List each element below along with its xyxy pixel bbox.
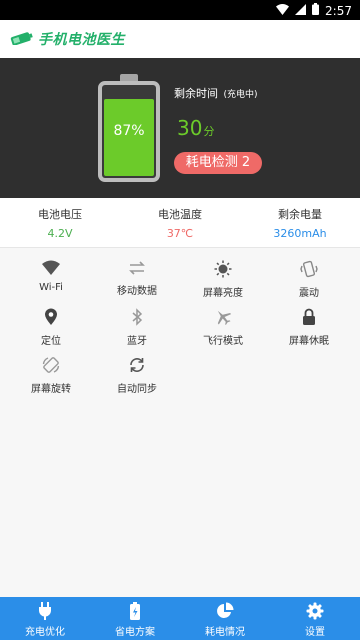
nav-power-saving-label: 省电方案 xyxy=(115,627,155,638)
status-bar: 2:57 xyxy=(0,0,360,20)
battery-panel: 87% 剩余时间 (充电中) 30分 耗电检测 2 xyxy=(0,58,360,198)
stat-capacity-value: 3260mAh xyxy=(273,227,327,240)
toggle-screen-sleep[interactable]: 屏幕休眠 xyxy=(264,308,354,356)
remaining-label-text: 剩余时间 xyxy=(174,87,218,100)
battery-body: 87% xyxy=(98,81,160,182)
nav-power-usage[interactable]: 耗电情况 xyxy=(180,597,270,640)
status-icons: 2:57 xyxy=(276,3,352,18)
nav-charge-optimize-label: 充电优化 xyxy=(25,627,65,638)
stat-voltage-value: 4.2V xyxy=(47,227,73,240)
wifi-signal-icon xyxy=(276,3,290,18)
toggle-bluetooth-label: 蓝牙 xyxy=(127,336,147,347)
toggle-mobile-data-label: 移动数据 xyxy=(117,286,157,297)
stat-temperature: 电池温度 37℃ xyxy=(120,206,240,240)
rotate-icon xyxy=(6,356,96,374)
stat-temperature-value: 37℃ xyxy=(166,227,194,240)
bottom-nav: 充电优化 省电方案 耗电情况 设置 xyxy=(0,597,360,640)
logo-battery-icon xyxy=(10,30,34,49)
toggle-vibrate-label: 震动 xyxy=(299,288,319,299)
pie-chart-icon xyxy=(180,602,270,620)
toggle-airplane[interactable]: 飞行模式 xyxy=(178,308,268,356)
battery-status-icon xyxy=(312,3,320,18)
status-time: 2:57 xyxy=(325,3,352,18)
wifi-icon xyxy=(6,260,96,276)
remaining-time-label: 剩余时间 (充电中) xyxy=(174,85,258,101)
stat-capacity-label: 剩余电量 xyxy=(278,208,322,221)
nav-power-usage-label: 耗电情况 xyxy=(205,627,245,638)
mobile-data-icon xyxy=(92,260,182,276)
battery-graphic: 87% xyxy=(98,74,160,182)
toggle-bluetooth[interactable]: 蓝牙 xyxy=(92,308,182,356)
toggle-brightness[interactable]: 屏幕亮度 xyxy=(178,260,268,308)
bluetooth-icon xyxy=(92,308,182,326)
toggle-screen-sleep-label: 屏幕休眠 xyxy=(289,336,329,347)
gear-icon xyxy=(270,602,360,620)
toggle-rotation[interactable]: 屏幕旋转 xyxy=(6,356,96,404)
stat-voltage: 电池电压 4.2V xyxy=(0,206,120,240)
sync-icon xyxy=(92,356,182,374)
toggle-auto-sync[interactable]: 自动同步 xyxy=(92,356,182,404)
battery-icon xyxy=(90,602,180,620)
stat-voltage-label: 电池电压 xyxy=(38,208,82,221)
vibrate-icon xyxy=(264,260,354,278)
toggle-mobile-data[interactable]: 移动数据 xyxy=(92,260,182,308)
toggle-vibrate[interactable]: 震动 xyxy=(264,260,354,308)
toggle-rotation-label: 屏幕旋转 xyxy=(31,384,71,395)
brightness-icon xyxy=(178,260,268,278)
nav-settings-label: 设置 xyxy=(305,627,325,638)
power-check-button[interactable]: 耗电检测 2 xyxy=(174,152,262,174)
stat-capacity: 剩余电量 3260mAh xyxy=(240,206,360,240)
toggle-location[interactable]: 定位 xyxy=(6,308,96,356)
stat-temperature-label: 电池温度 xyxy=(158,208,202,221)
remaining-minutes: 30 xyxy=(177,116,203,140)
app-title: 手机电池医生 xyxy=(38,32,125,48)
charging-status: (充电中) xyxy=(223,90,258,100)
lock-icon xyxy=(264,308,354,326)
battery-stats: 电池电压 4.2V 电池温度 37℃ 剩余电量 3260mAh xyxy=(0,198,360,248)
nav-charge-optimize[interactable]: 充电优化 xyxy=(0,597,90,640)
airplane-icon xyxy=(178,308,268,326)
app-logo: 手机电池医生 xyxy=(10,29,125,49)
app-header: 手机电池医生 xyxy=(0,20,360,58)
battery-percent: 87% xyxy=(113,123,145,139)
toggle-location-label: 定位 xyxy=(41,336,61,347)
toggle-wifi-label: Wi-Fi xyxy=(39,282,63,293)
remaining-unit: 分 xyxy=(203,125,215,138)
toggle-airplane-label: 飞行模式 xyxy=(203,336,243,347)
location-icon xyxy=(6,308,96,326)
toggle-wifi[interactable]: Wi-Fi xyxy=(6,260,96,308)
plug-icon xyxy=(0,602,90,620)
nav-settings[interactable]: 设置 xyxy=(270,597,360,640)
toggle-auto-sync-label: 自动同步 xyxy=(117,384,157,395)
toggle-brightness-label: 屏幕亮度 xyxy=(203,288,243,299)
nav-power-saving[interactable]: 省电方案 xyxy=(90,597,180,640)
remaining-time-value: 30分 xyxy=(177,116,214,140)
cell-signal-icon xyxy=(295,3,307,18)
